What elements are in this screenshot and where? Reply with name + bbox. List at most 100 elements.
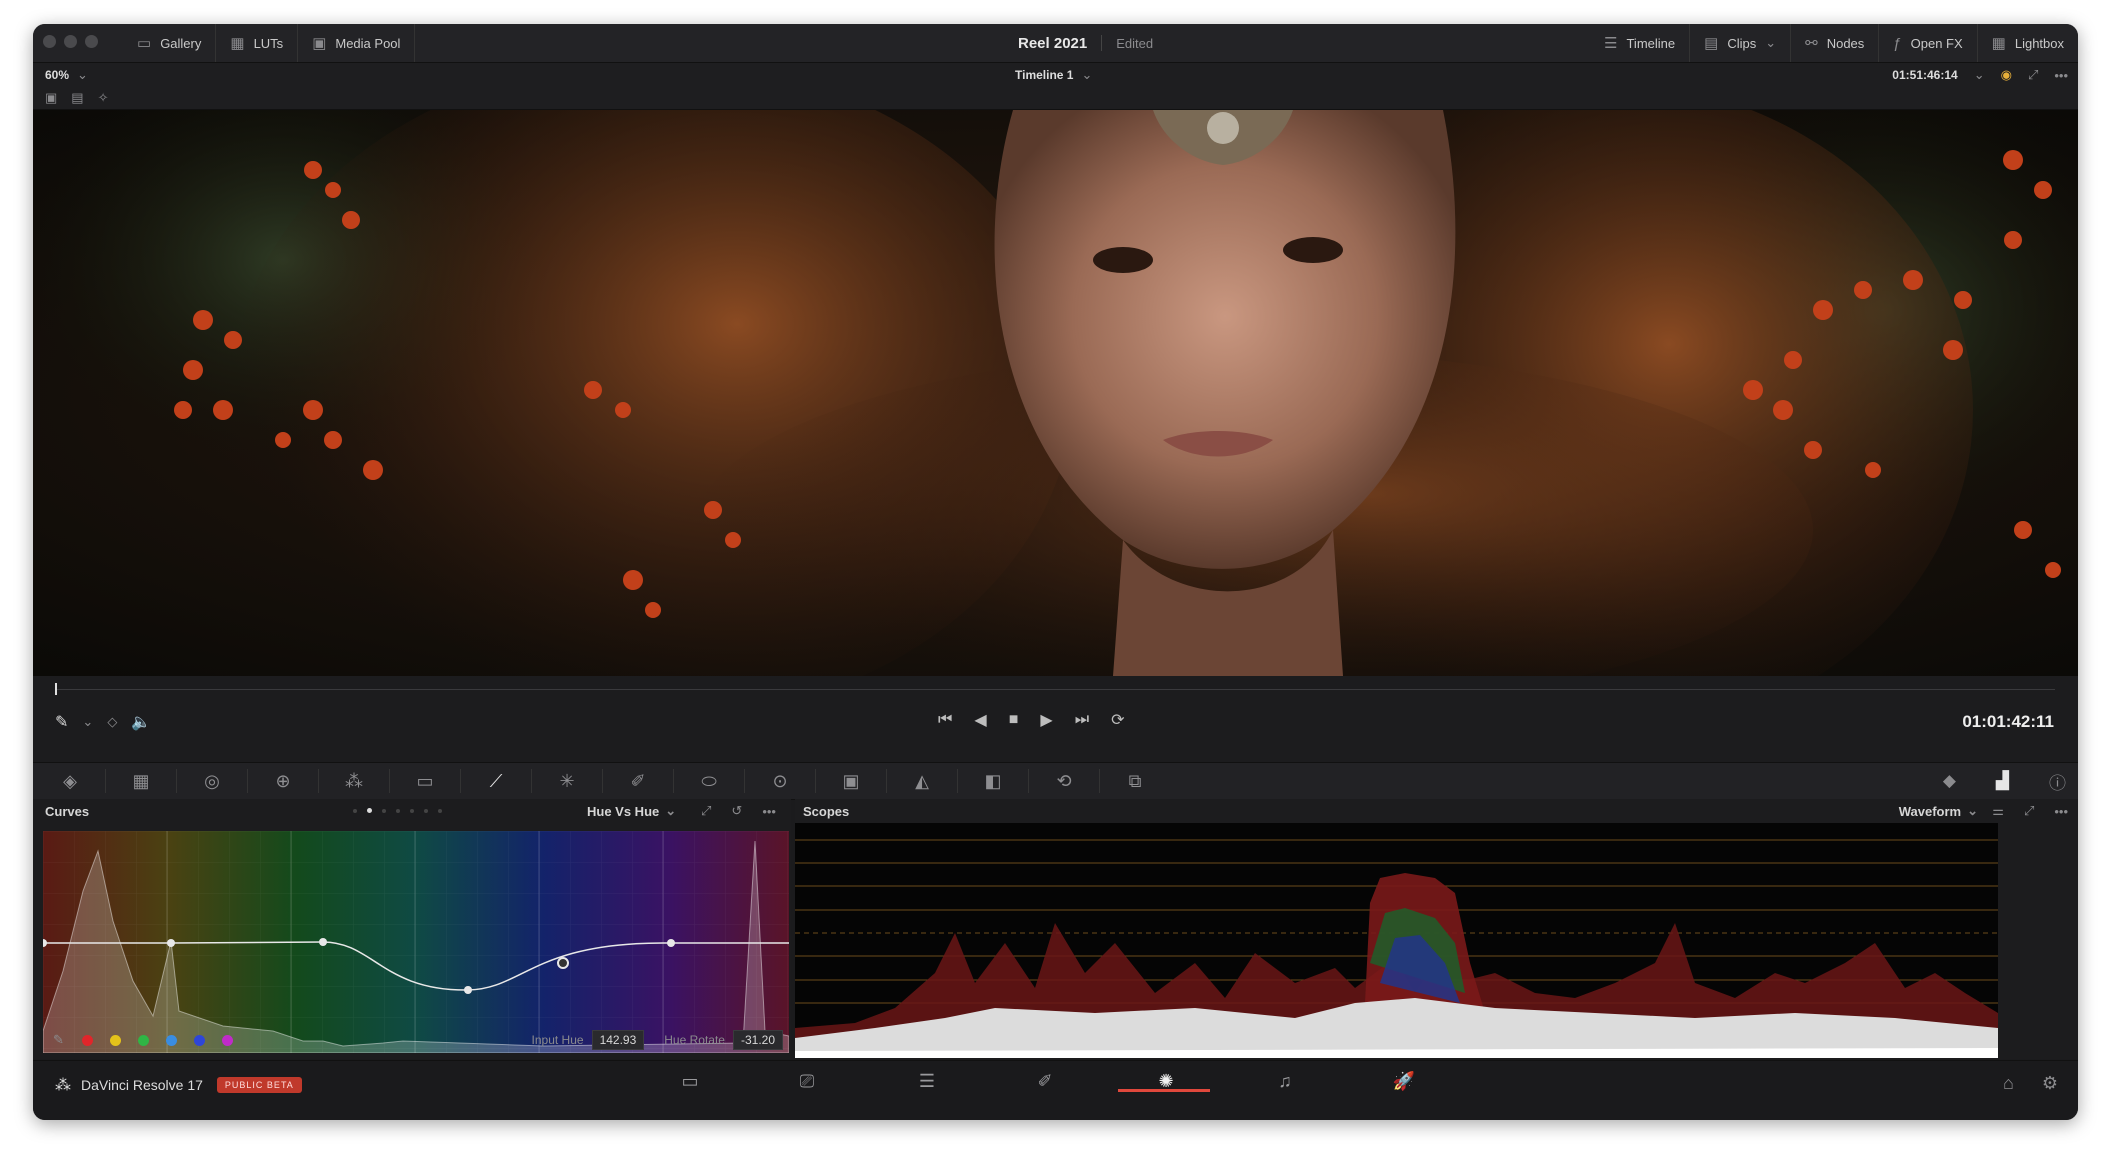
zoom-select[interactable]: 60% ⌄ xyxy=(45,63,88,87)
playhead-track[interactable] xyxy=(55,689,2055,690)
keyframes-icon[interactable]: ◆ xyxy=(1943,771,1956,791)
loop-icon[interactable]: ⟳ xyxy=(1111,710,1124,730)
stop-icon[interactable]: ■ xyxy=(1009,711,1019,729)
curve-mode-select[interactable]: Hue Vs Hue ⌄ xyxy=(587,799,676,823)
color-match-icon[interactable]: ▦ xyxy=(106,769,177,793)
scope-settings-icon[interactable]: ⚌ xyxy=(1992,803,2004,819)
more-options-icon[interactable]: ••• xyxy=(762,804,776,819)
skip-to-end-icon[interactable]: ⏭ xyxy=(1075,711,1089,729)
curves-icon[interactable]: ⟋ xyxy=(461,769,532,793)
more-options-icon[interactable]: ••• xyxy=(2054,804,2068,819)
layers-icon[interactable]: ◇ xyxy=(107,714,117,730)
curves-panel: Curves Hue Vs Hue ⌄ ⤢ ↺ ••• ✎ Input Hue … xyxy=(33,799,791,1059)
fusion-page-icon[interactable]: ✐ xyxy=(1015,1071,1075,1092)
edit-page-icon[interactable]: ☰ xyxy=(897,1071,957,1092)
speaker-icon[interactable]: 🔈 xyxy=(131,712,151,732)
timeline-button[interactable]: ☰ Timeline xyxy=(1590,24,1691,62)
single-viewer-icon[interactable]: ▣ xyxy=(45,90,57,106)
playhead[interactable] xyxy=(55,683,57,695)
camera-raw-icon[interactable]: ◈ xyxy=(35,769,106,793)
timeline-icon: ☰ xyxy=(1604,35,1618,52)
scopes-icon[interactable]: ▟ xyxy=(1996,771,2009,791)
split-viewer-icon[interactable]: ▤ xyxy=(71,90,83,106)
magic-wand-icon[interactable]: ✧ xyxy=(98,90,109,106)
hdr-wheels-icon[interactable]: ⊕ xyxy=(248,769,319,793)
title-bar: ▭ Gallery ▦ LUTs ▣ Media Pool Reel 2021 … xyxy=(33,24,2078,63)
timeline-select[interactable]: Timeline 1 ⌄ xyxy=(1015,63,1092,87)
luts-button[interactable]: ▦ LUTs xyxy=(216,24,299,62)
magic-mask-icon[interactable]: ▣ xyxy=(816,769,887,793)
deliver-page-icon[interactable]: 🚀 xyxy=(1374,1071,1434,1092)
curve-page-dots[interactable] xyxy=(353,808,442,813)
timeline-name: Timeline 1 xyxy=(1015,68,1074,82)
color-wheels-icon[interactable]: ◎ xyxy=(177,769,248,793)
sizing-icon[interactable]: ⟲ xyxy=(1029,769,1100,793)
chevron-down-icon: ⌄ xyxy=(1967,803,1978,818)
home-icon[interactable]: ⌂ xyxy=(2003,1073,2014,1094)
more-options-icon[interactable]: ••• xyxy=(2054,68,2068,83)
expand-icon[interactable]: ⤢ xyxy=(2024,803,2034,819)
fullscreen-icon[interactable]: ⤢ xyxy=(2028,67,2038,83)
hue-rotate-field[interactable]: -31.20 xyxy=(732,1030,783,1050)
input-hue-field[interactable]: 142.93 xyxy=(591,1030,645,1050)
chevron-down-icon[interactable]: ⌄ xyxy=(82,714,93,730)
swatch-cyan[interactable] xyxy=(165,1034,177,1046)
curve-mode-value: Hue Vs Hue xyxy=(587,803,660,819)
motion-effects-icon[interactable]: ▭ xyxy=(390,769,461,793)
app-name: DaVinci Resolve 17 xyxy=(81,1077,203,1093)
open-fx-icon: ƒ xyxy=(1893,34,1902,52)
viewer-image[interactable] xyxy=(33,110,2078,676)
key-icon[interactable]: ◧ xyxy=(958,769,1029,793)
eyedropper-icon[interactable]: ✎ xyxy=(53,1032,64,1048)
timeline-label: Timeline xyxy=(1626,35,1676,51)
nodes-button[interactable]: ⚯ Nodes xyxy=(1791,24,1880,62)
info-icon[interactable]: ⓘ xyxy=(2049,769,2066,794)
close-window-button[interactable] xyxy=(43,35,56,48)
project-title-group: Reel 2021 Edited xyxy=(1018,24,1153,62)
gallery-button[interactable]: ▭ Gallery xyxy=(123,24,217,62)
fairlight-page-icon[interactable]: ♫ xyxy=(1255,1071,1315,1092)
swatch-magenta[interactable] xyxy=(221,1034,233,1046)
qualifier-icon[interactable]: ✐ xyxy=(603,769,674,793)
palette-bar: ◈ ▦ ◎ ⊕ ⁂ ▭ ⟋ ✳ ✐ ⬭ ⊙ ▣ ◭ ◧ ⟲ ⧉ ◆ ▟ ⓘ xyxy=(33,762,2078,800)
window-icon[interactable]: ⬭ xyxy=(674,769,745,793)
gallery-icon: ▭ xyxy=(137,35,152,52)
viewer-header: 60% ⌄ Timeline 1 ⌄ 01:51:46:14 ⌄ ◉ ⤢ ••• xyxy=(33,63,2078,87)
blur-icon[interactable]: ◭ xyxy=(887,769,958,793)
chevron-down-icon: ⌄ xyxy=(1081,67,1093,82)
step-back-icon[interactable]: ◀ xyxy=(974,710,986,730)
gear-icon[interactable]: ⚙ xyxy=(2042,1073,2058,1094)
3d-icon[interactable]: ⧉ xyxy=(1100,769,1170,793)
skip-to-start-icon[interactable]: ⏮ xyxy=(938,711,952,729)
chevron-down-icon[interactable]: ⌄ xyxy=(1974,67,1985,83)
color-swatches: ✎ xyxy=(53,1032,250,1048)
hue-vs-hue-graph[interactable] xyxy=(39,831,790,1054)
rgb-mixer-icon[interactable]: ⁂ xyxy=(319,769,390,793)
zoom-window-button[interactable] xyxy=(85,35,98,48)
scope-type-select[interactable]: Waveform ⌄ xyxy=(1899,799,1978,823)
media-page-icon[interactable]: ▭ xyxy=(660,1071,720,1092)
expand-icon[interactable]: ⤢ xyxy=(701,803,711,819)
swatch-red[interactable] xyxy=(81,1034,93,1046)
viewer-icon-bar: ▣ ▤ ✧ xyxy=(33,87,2078,110)
bottom-right-tools: ⌂ ⚙ xyxy=(2003,1073,2058,1094)
clips-button[interactable]: ▤ Clips ⌄ xyxy=(1690,24,1792,62)
eyedropper-icon[interactable]: ✎ xyxy=(55,712,68,732)
open-fx-button[interactable]: ƒ Open FX xyxy=(1879,24,1978,62)
app-branding: ⁂ DaVinci Resolve 17 PUBLIC BETA xyxy=(55,1075,302,1095)
lightbox-button[interactable]: ▦ Lightbox xyxy=(1978,24,2078,62)
media-pool-button[interactable]: ▣ Media Pool xyxy=(298,24,416,62)
project-status: Edited xyxy=(1116,35,1154,51)
color-warper-icon[interactable]: ✳ xyxy=(532,769,603,793)
swatch-green[interactable] xyxy=(137,1034,149,1046)
reset-icon[interactable]: ↺ xyxy=(731,803,742,819)
swatch-yellow[interactable] xyxy=(109,1034,121,1046)
tracker-icon[interactable]: ⊙ xyxy=(745,769,816,793)
cut-page-icon[interactable]: ⎚ xyxy=(777,1071,837,1092)
swatch-blue[interactable] xyxy=(193,1034,205,1046)
color-picker-icon[interactable]: ◉ xyxy=(2001,67,2012,83)
minimize-window-button[interactable] xyxy=(64,35,77,48)
chevron-down-icon: ⌄ xyxy=(665,803,677,818)
portrait-frame xyxy=(33,110,2078,676)
play-icon[interactable]: ▶ xyxy=(1040,710,1052,730)
